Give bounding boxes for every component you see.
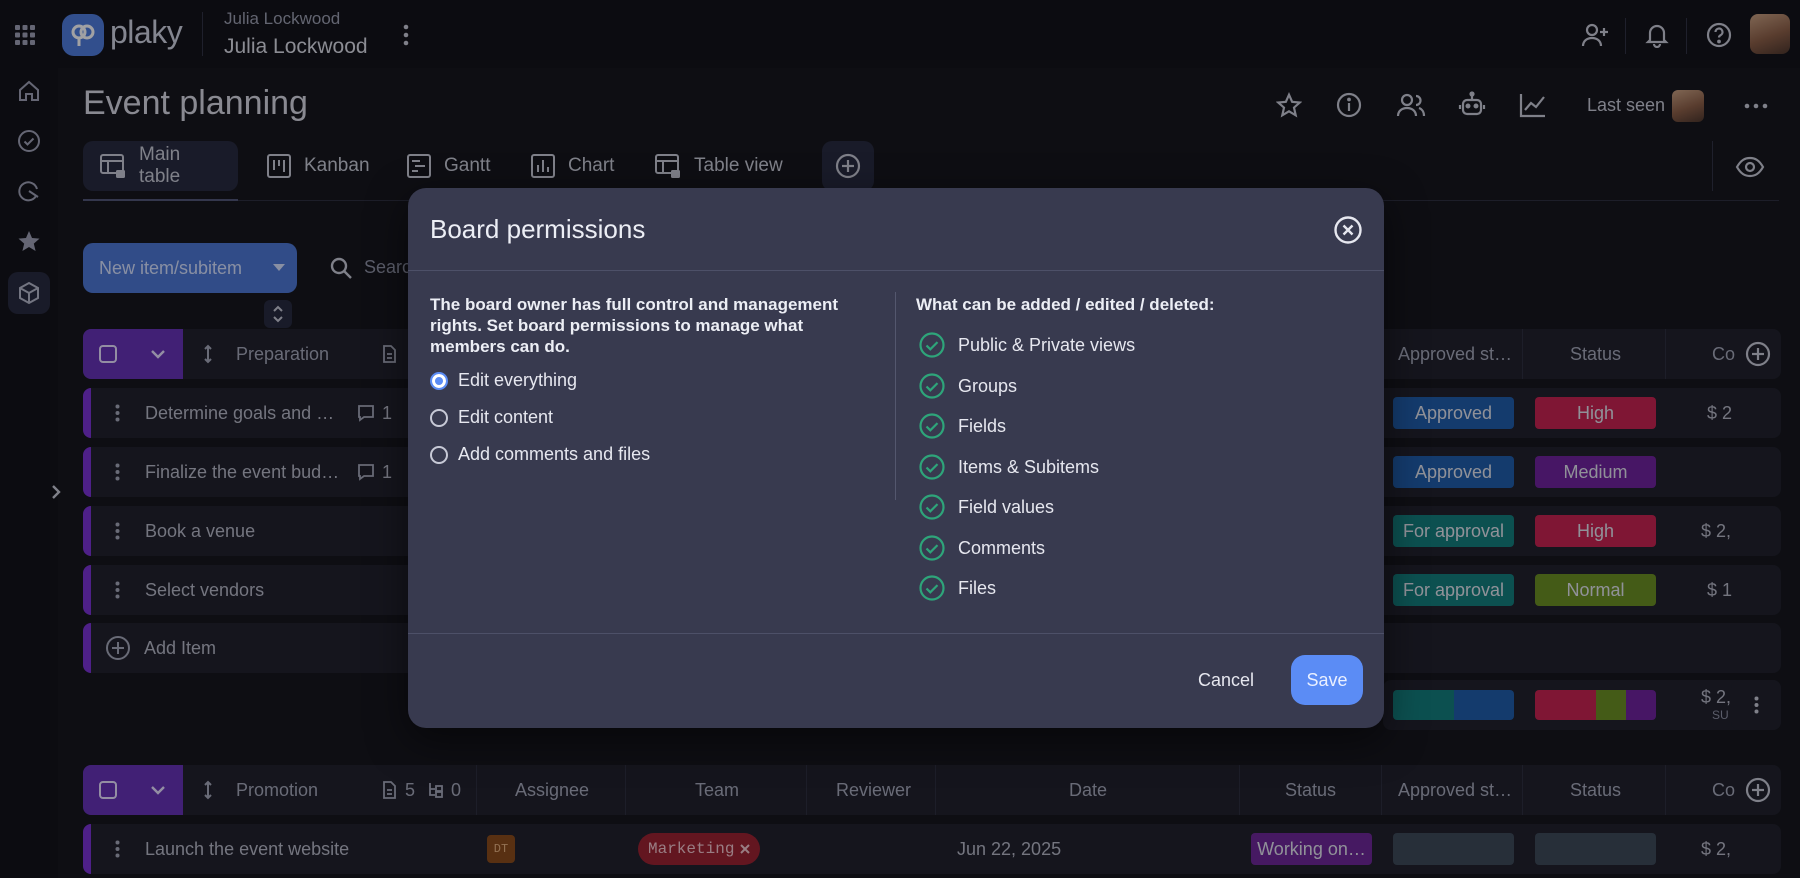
check-circle-icon (918, 534, 946, 562)
check-circle-icon (918, 372, 946, 400)
permission-label: Fields (958, 415, 1007, 436)
permission-label: Groups (958, 375, 1018, 396)
check-circle-icon (918, 331, 946, 359)
option-add-comments-files[interactable]: Add comments and files (430, 444, 650, 465)
dialog-divider (408, 270, 1384, 271)
cancel-button[interactable]: Cancel (1198, 670, 1254, 691)
permission-item: Fields (918, 412, 1006, 440)
permission-label: Comments (958, 537, 1046, 558)
column-divider (895, 292, 896, 500)
radio-selected[interactable] (430, 371, 448, 390)
check-circle-icon (918, 412, 946, 440)
permission-label: Public & Private views (958, 334, 1136, 355)
dialog-footer-divider (408, 633, 1384, 634)
save-button[interactable]: Save (1291, 655, 1363, 705)
permission-label: Field values (958, 496, 1055, 517)
dialog-intro: The board owner has full control and man… (430, 295, 839, 356)
close-icon[interactable] (1332, 214, 1364, 246)
permission-item: Files (918, 574, 996, 602)
permission-label: Items & Subitems (958, 456, 1100, 477)
option-label: Edit content (458, 407, 554, 427)
dialog-title: Board permissions (430, 214, 646, 244)
radio-unselected[interactable] (430, 445, 448, 464)
radio-unselected[interactable] (430, 408, 448, 427)
permission-item: Groups (918, 372, 1017, 400)
board-permissions-dialog: Board permissions The board owner has fu… (408, 188, 1384, 728)
permission-item: Public & Private views (918, 331, 1135, 359)
option-edit-everything[interactable]: Edit everything (430, 370, 577, 391)
check-circle-icon (918, 574, 946, 602)
permission-label: Files (958, 577, 997, 598)
option-edit-content[interactable]: Edit content (430, 407, 553, 428)
permission-item: Items & Subitems (918, 453, 1099, 481)
check-circle-icon (918, 453, 946, 481)
permission-item: Comments (918, 534, 1045, 562)
permission-item: Field values (918, 493, 1054, 521)
option-label: Add comments and files (458, 444, 651, 464)
permissions-heading: What can be added / edited / deleted: (916, 295, 1215, 314)
option-label: Edit everything (458, 370, 578, 390)
check-circle-icon (918, 493, 946, 521)
